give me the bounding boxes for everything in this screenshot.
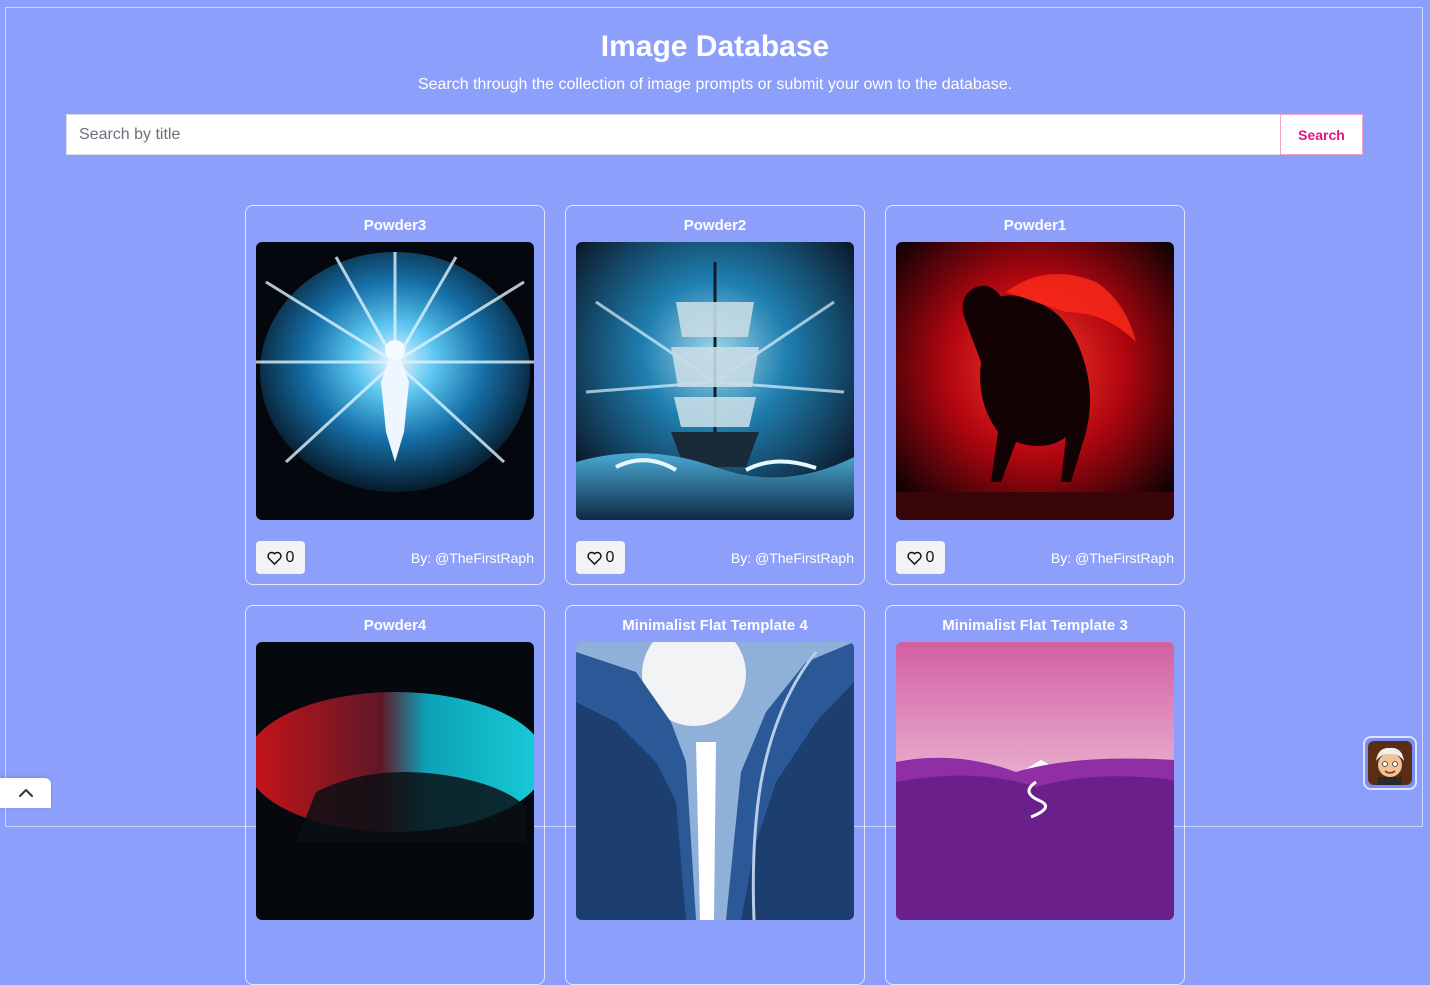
card-image-ship[interactable] xyxy=(576,242,854,520)
heart-icon xyxy=(906,551,922,565)
search-button[interactable]: Search xyxy=(1280,114,1363,155)
heart-icon xyxy=(586,551,602,565)
card-author: By: @TheFirstRaph xyxy=(410,550,534,566)
like-button[interactable]: 0 xyxy=(256,541,305,574)
image-card[interactable]: Minimalist Flat Template 4 xyxy=(565,605,865,985)
card-title: Powder4 xyxy=(363,617,427,634)
card-author: By: @TheFirstRaph xyxy=(1050,550,1174,566)
like-count: 0 xyxy=(605,548,615,566)
avatar-icon xyxy=(1368,741,1412,785)
card-title: Minimalist Flat Template 3 xyxy=(942,617,1128,634)
card-title: Powder2 xyxy=(683,217,747,234)
scroll-to-top-button[interactable] xyxy=(0,778,51,808)
image-card[interactable]: Powder3 0 By: @TheFirstRaph xyxy=(245,205,545,585)
card-image-mountain[interactable] xyxy=(896,642,1174,920)
like-button[interactable]: 0 xyxy=(896,541,945,574)
heart-icon xyxy=(266,551,282,565)
like-count: 0 xyxy=(285,548,295,566)
page-subtitle: Search through the collection of image p… xyxy=(417,76,1013,93)
like-button[interactable]: 0 xyxy=(576,541,625,574)
card-image-horse[interactable] xyxy=(896,242,1174,520)
card-title: Minimalist Flat Template 4 xyxy=(622,617,808,634)
search-bar: Search xyxy=(66,114,1363,155)
image-grid: Powder3 0 By: @TheFirstRaph Powder2 0 By… xyxy=(245,205,1185,985)
image-card[interactable]: Powder4 xyxy=(245,605,545,985)
image-card[interactable]: Powder1 0 By: @TheFirstRaph xyxy=(885,205,1185,585)
card-image-canyon[interactable] xyxy=(576,642,854,920)
chat-avatar-button[interactable] xyxy=(1363,736,1417,790)
image-card[interactable]: Powder2 0 By: @TheFirstRaph xyxy=(565,205,865,585)
chevron-up-icon xyxy=(18,789,33,797)
like-count: 0 xyxy=(925,548,935,566)
card-image-car[interactable] xyxy=(256,642,534,920)
search-input[interactable] xyxy=(66,114,1280,155)
card-title: Powder3 xyxy=(363,217,427,234)
card-image-eagle[interactable] xyxy=(256,242,534,520)
page-title: Image Database xyxy=(600,30,830,63)
card-title: Powder1 xyxy=(1003,217,1067,234)
card-author: By: @TheFirstRaph xyxy=(730,550,854,566)
image-card[interactable]: Minimalist Flat Template 3 xyxy=(885,605,1185,985)
